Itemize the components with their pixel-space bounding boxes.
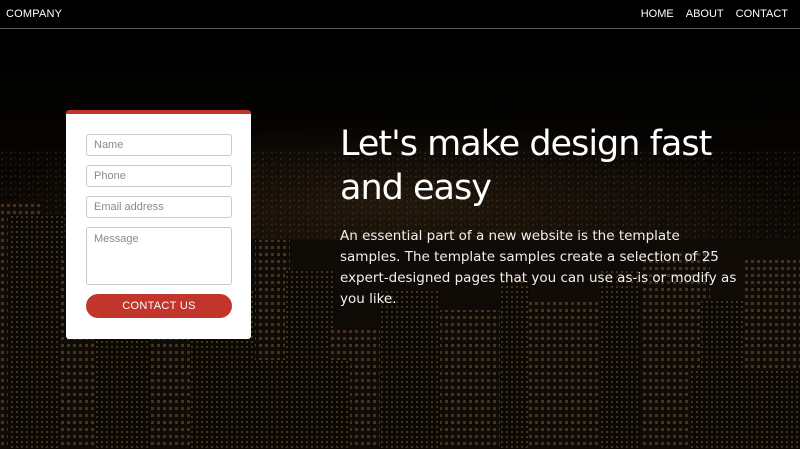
nav-links: HOME ABOUT CONTACT — [641, 8, 788, 20]
brand-logo-text[interactable]: COMPANY — [6, 8, 62, 20]
nav-link-about[interactable]: ABOUT — [686, 8, 724, 20]
hero-description: An essential part of a new website is th… — [340, 228, 737, 307]
contact-form-card: CONTACT US — [66, 110, 251, 339]
nav-link-contact[interactable]: CONTACT — [736, 8, 788, 20]
message-textarea[interactable] — [86, 227, 232, 285]
hero-section: Let's make design fast and easy An essen… — [340, 122, 750, 310]
hero-title: Let's make design fast and easy — [340, 124, 712, 208]
email-input[interactable] — [86, 196, 232, 218]
top-navbar: COMPANY HOME ABOUT CONTACT — [0, 0, 800, 29]
contact-us-button[interactable]: CONTACT US — [86, 294, 232, 318]
phone-input[interactable] — [86, 165, 232, 187]
name-input[interactable] — [86, 134, 232, 156]
nav-link-home[interactable]: HOME — [641, 8, 674, 20]
